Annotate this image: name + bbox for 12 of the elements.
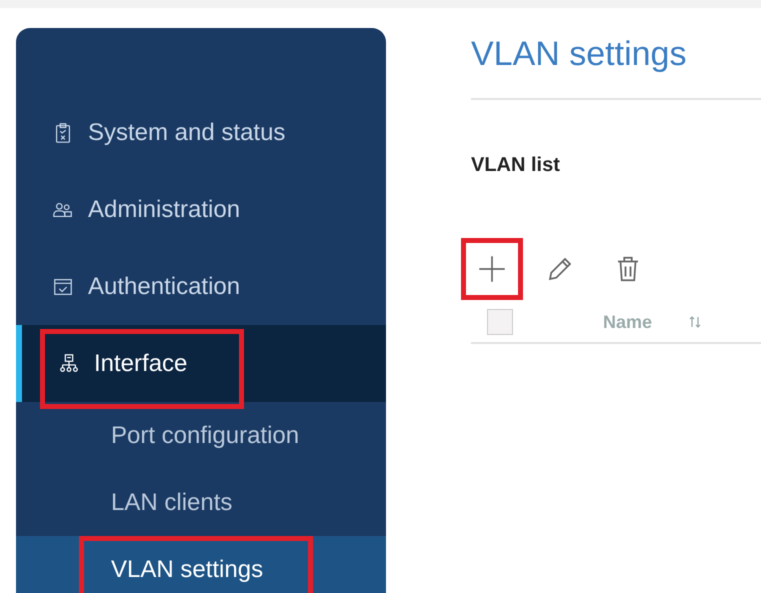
page-title: VLAN settings xyxy=(471,34,686,75)
sidebar-subitem[interactable]: VLAN settings xyxy=(16,536,386,593)
sidebar-item[interactable]: Administration xyxy=(16,171,386,248)
sidebar-item[interactable]: Interface xyxy=(16,325,386,402)
sidebar-item[interactable]: System and status xyxy=(16,94,386,171)
select-all-checkbox[interactable] xyxy=(487,309,513,335)
add-button[interactable] xyxy=(461,238,523,300)
network-icon xyxy=(58,352,80,374)
sidebar-subitem[interactable]: Port configuration xyxy=(16,402,386,469)
section-title: VLAN list xyxy=(471,153,560,178)
sidebar-subitem[interactable]: LAN clients xyxy=(16,469,386,536)
sidebar-item[interactable]: Authentication xyxy=(16,248,386,325)
